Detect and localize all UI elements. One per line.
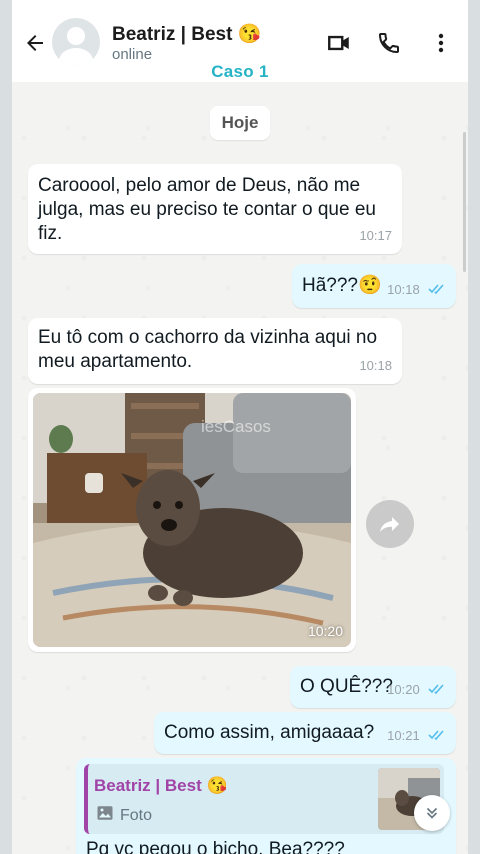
message-time: 10:17 [359, 228, 392, 243]
date-separator: Hoje [210, 106, 270, 140]
chat-screen: Beatriz | Best 😘 online Caso 1 Hoje Caro… [12, 0, 468, 854]
quoted-label: Foto [120, 807, 153, 824]
more-options-button[interactable] [426, 28, 456, 58]
message-text: Hã???🤨 [302, 275, 382, 296]
arrow-back-icon [27, 35, 43, 51]
message-outgoing[interactable]: O QUÊ??? 10:20 [290, 666, 456, 708]
message-text: Pq vc pegou o bicho, Bea???? [86, 839, 345, 854]
message-outgoing[interactable]: Como assim, amigaaaa? 10:21 [154, 712, 456, 754]
scroll-down-button[interactable] [414, 795, 450, 831]
message-time: 10:18 [387, 282, 420, 297]
photo-image [33, 393, 351, 647]
message-outgoing[interactable]: Hã???🤨 10:18 [292, 264, 456, 308]
message-time: 10:21 [387, 728, 420, 743]
message-incoming[interactable]: Eu tô com o cachorro da vizinha aqui no … [28, 318, 402, 384]
image-icon [97, 806, 113, 820]
voice-call-button[interactable] [374, 28, 404, 58]
chat-header: Beatriz | Best 😘 online Caso 1 [12, 0, 468, 82]
message-time: 10:18 [359, 358, 392, 373]
message-incoming[interactable]: Carooool, pelo amor de Deus, não me julg… [28, 164, 402, 254]
message-time: 10:20 [307, 623, 343, 639]
case-label: Caso 1 [211, 62, 269, 81]
message-photo[interactable]: iesCasos 10:20 [28, 388, 356, 652]
video-call-icon [328, 35, 349, 51]
quoted-author: Beatriz | Best 😘 [94, 776, 228, 795]
message-text: Eu tô com o cachorro da vizinha aqui no … [38, 327, 378, 372]
message-reply[interactable]: Beatriz | Best 😘 Foto Pq vc pegou o bich… [76, 758, 456, 854]
quoted-message[interactable]: Beatriz | Best 😘 Foto [84, 764, 444, 834]
more-vert-icon [438, 33, 444, 53]
double-chevron-down-icon [426, 807, 438, 819]
contact-status: online [112, 46, 153, 63]
read-ticks-icon [428, 684, 444, 695]
avatar[interactable] [52, 18, 100, 66]
video-call-button[interactable] [324, 28, 354, 58]
forward-button[interactable] [366, 500, 414, 548]
message-text: Carooool, pelo amor de Deus, não me julg… [38, 175, 376, 244]
read-ticks-icon [428, 730, 444, 741]
read-ticks-icon [428, 284, 444, 295]
photo-watermark: iesCasos [201, 417, 271, 436]
message-text: Como assim, amigaaaa? [164, 722, 375, 743]
contact-name[interactable]: Beatriz | Best 😘 [112, 22, 261, 46]
phone-icon [378, 33, 399, 54]
back-button[interactable] [20, 28, 50, 58]
message-time: 10:20 [387, 682, 420, 697]
forward-icon [380, 517, 399, 532]
message-text: O QUÊ??? [300, 676, 393, 697]
dog-photo[interactable]: iesCasos 10:20 [33, 393, 351, 647]
scrollbar[interactable] [463, 132, 466, 272]
